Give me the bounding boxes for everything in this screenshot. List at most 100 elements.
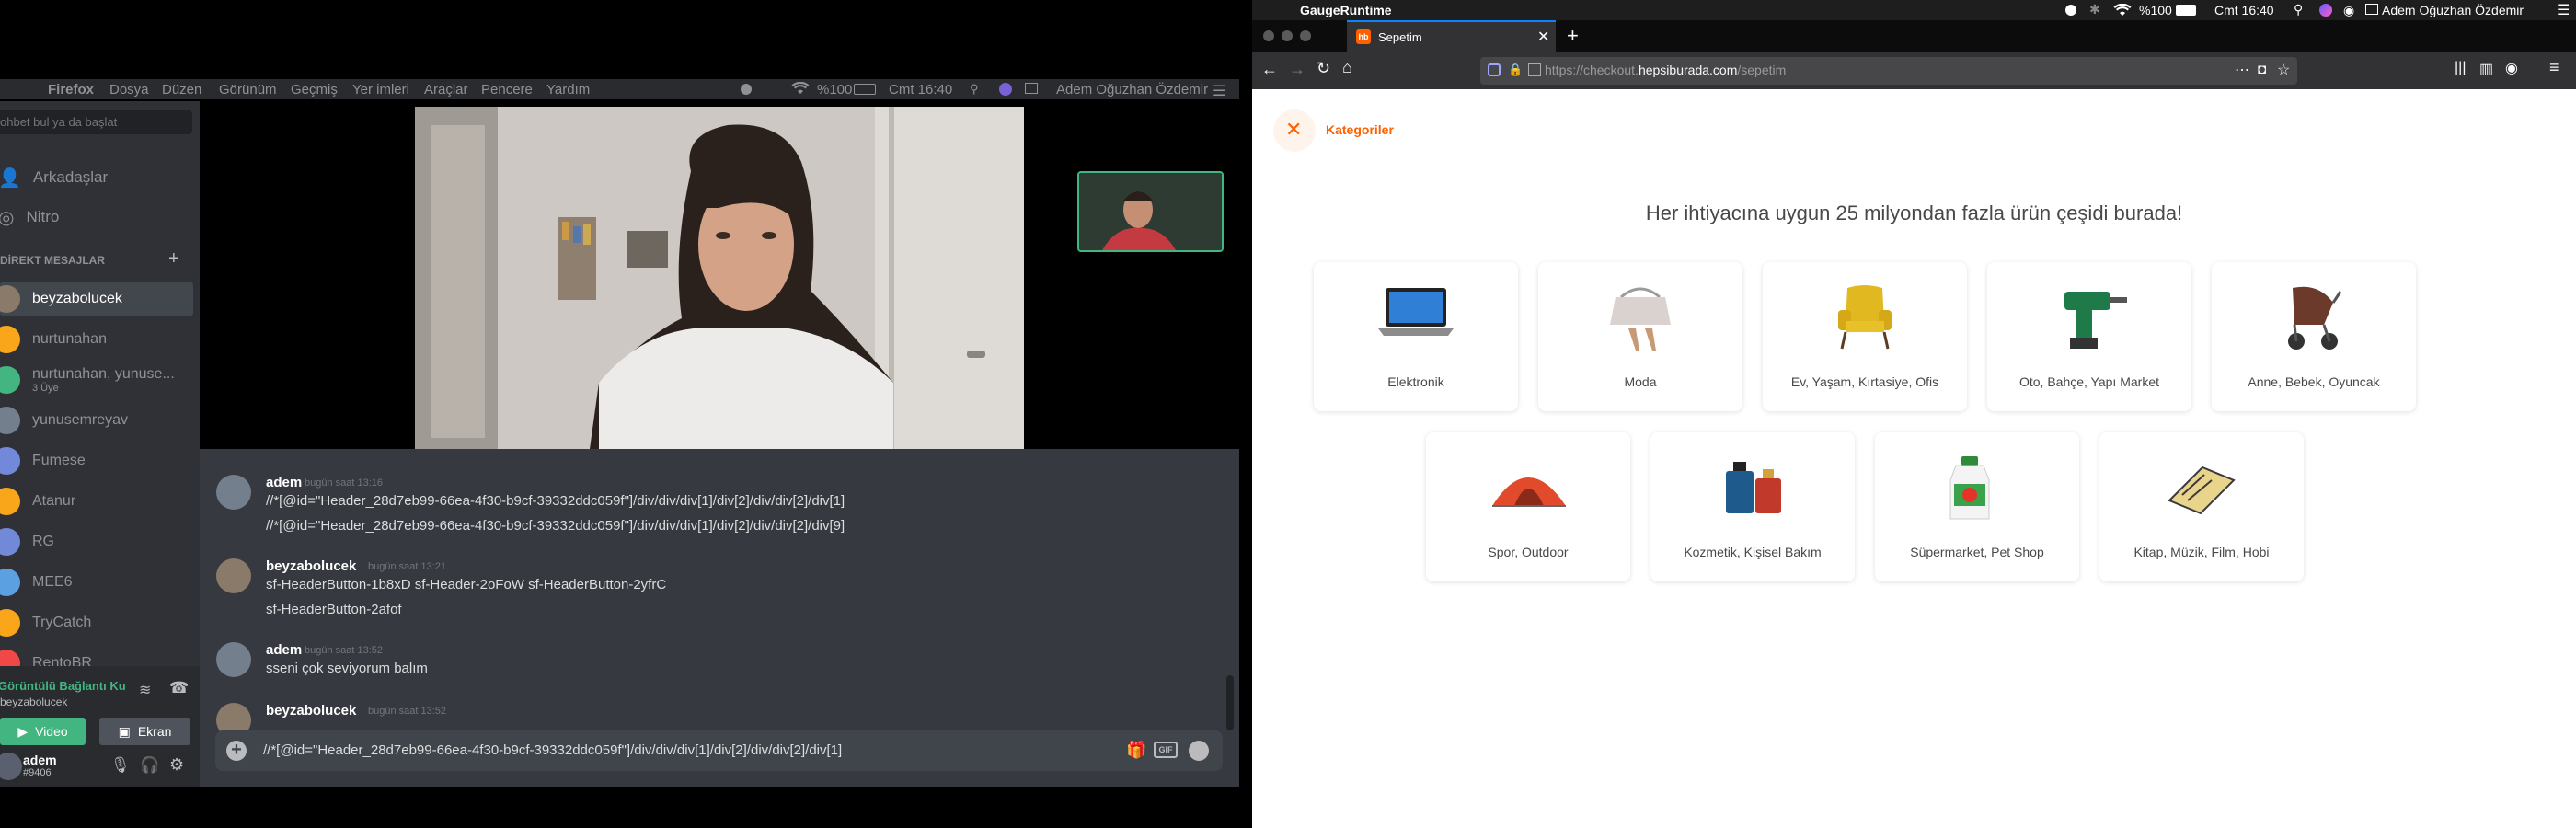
category-label: Moda — [1624, 374, 1657, 389]
screen-share-button[interactable]: ▣ Ekran — [99, 718, 190, 745]
dm-item[interactable]: Fumese — [0, 443, 193, 478]
dm-item[interactable]: nurtunahan — [0, 322, 193, 357]
url-bar[interactable]: 🔒 https://checkout.hepsiburada.com/sepet… — [1480, 57, 2297, 85]
emoji-icon[interactable] — [1189, 741, 1209, 761]
left-menu-araclar[interactable]: Araçlar — [424, 82, 468, 98]
noise-suppression-icon[interactable]: ≋ — [139, 681, 151, 699]
dm-item[interactable]: RG — [0, 524, 193, 559]
gif-icon[interactable]: GIF — [1154, 742, 1178, 758]
control-center-icon[interactable] — [2365, 4, 2378, 15]
search-icon[interactable]: ⚲ — [2294, 2, 2303, 17]
sidebar-toggle-icon[interactable]: ▥ — [2479, 60, 2493, 78]
reload-icon[interactable]: ↻ — [1317, 59, 1330, 78]
settings-gear-icon[interactable]: ⚙ — [169, 755, 184, 775]
lock-icon[interactable]: 🔒 — [1508, 63, 1523, 77]
message-timestamp: bugün saat 13:52 — [305, 645, 384, 656]
window-minimize-button[interactable] — [1282, 30, 1293, 41]
window-zoom-button[interactable] — [1300, 30, 1311, 41]
list-icon[interactable]: ☰ — [2557, 1, 2570, 19]
video-button[interactable]: ▶ Video — [0, 718, 86, 745]
shield-icon[interactable] — [1488, 63, 1501, 76]
add-dm-icon[interactable]: + — [168, 248, 179, 270]
dm-item[interactable]: MEE6 — [0, 565, 193, 600]
left-menu-pencere[interactable]: Pencere — [481, 82, 533, 98]
gift-icon[interactable]: 🎁 — [1126, 741, 1146, 760]
clock: Cmt 16:40 — [2214, 3, 2274, 17]
message-username[interactable]: adem — [266, 642, 302, 658]
microphone-icon[interactable]: 🎙 — [110, 756, 131, 775]
stroller-icon — [2272, 282, 2355, 352]
status-dot-icon — [741, 84, 752, 95]
siri-icon[interactable] — [2319, 4, 2332, 17]
window-close-button[interactable] — [1263, 30, 1274, 41]
left-menu-duzen[interactable]: Düzen — [162, 82, 201, 98]
category-card[interactable]: Oto, Bahçe, Yapı Market — [1987, 262, 2191, 411]
url-suffix: /sepetim — [1737, 63, 1787, 77]
dm-item[interactable]: Atanur — [0, 484, 193, 519]
url-domain: hepsiburada.com — [1638, 63, 1738, 77]
sidebar-item-nitro[interactable]: ◎ Nitro — [0, 200, 193, 235]
mac-menubar: GaugeRuntime ✱ %100 Cmt 16:40 ⚲ ◉ Adem O… — [1252, 0, 2576, 20]
category-card[interactable]: Moda — [1538, 262, 1742, 411]
headphones-icon[interactable]: 🎧 — [140, 756, 159, 775]
left-menu-yer-imleri[interactable]: Yer imleri — [352, 82, 409, 98]
page-content: ✕ Kategoriler Her ihtiyacına uygun 25 mi… — [1252, 89, 2576, 828]
home-icon[interactable]: ⌂ — [1342, 58, 1352, 77]
permissions-icon[interactable] — [1528, 63, 1541, 76]
message-text: sf-HeaderButton-2afof — [266, 602, 402, 617]
tent-icon — [1487, 453, 1570, 523]
dm-item[interactable]: nurtunahan, yunuse... 3 Üye — [0, 362, 193, 397]
dm-item[interactable]: beyzabolucek — [0, 282, 193, 316]
category-card[interactable]: Ev, Yaşam, Kırtasiye, Ofis — [1763, 262, 1967, 411]
sidebar-item-friends[interactable]: 👤 Arkadaşlar — [0, 160, 193, 195]
menubar-app-name[interactable]: GaugeRuntime — [1300, 3, 1392, 17]
tab-bar: hb Sepetim ✕ + — [1252, 20, 2576, 52]
message-username[interactable]: beyzabolucek — [266, 703, 356, 719]
message-input[interactable]: //*[@id="Header_28d7eb99-66ea-4f30-b9cf-… — [263, 742, 842, 758]
category-card[interactable]: Kitap, Müzik, Film, Hobi — [2099, 432, 2304, 581]
tab-close-icon[interactable]: ✕ — [1537, 28, 1549, 46]
new-tab-icon[interactable]: + — [1567, 24, 1579, 48]
message-username[interactable]: adem — [266, 475, 302, 490]
left-menu-gecmis[interactable]: Geçmiş — [291, 82, 338, 98]
menu-hamburger-icon[interactable]: ≡ — [2549, 58, 2559, 77]
categories-label[interactable]: Kategoriler — [1326, 122, 1394, 137]
avatar[interactable] — [0, 753, 22, 780]
attach-plus-icon[interactable]: + — [226, 741, 247, 761]
left-menu-dosya[interactable]: Dosya — [109, 82, 149, 98]
avatar — [0, 407, 20, 434]
firefox-window: GaugeRuntime ✱ %100 Cmt 16:40 ⚲ ◉ Adem O… — [1252, 0, 2576, 828]
categories-close-button[interactable]: ✕ — [1273, 109, 1316, 152]
left-menu-gorunum[interactable]: Görünüm — [219, 82, 277, 98]
library-icon[interactable]: ||| — [2455, 60, 2466, 76]
disconnect-call-icon[interactable]: ☎ — [169, 679, 189, 697]
close-icon: ✕ — [1285, 118, 1303, 141]
category-card[interactable]: Süpermarket, Pet Shop — [1875, 432, 2079, 581]
category-card[interactable]: Elektronik — [1314, 262, 1518, 411]
left-menu-yardim[interactable]: Yardım — [546, 82, 590, 98]
list-icon[interactable]: ☰ — [1213, 82, 1225, 100]
user-menu-icon[interactable]: ◉ — [2343, 3, 2354, 18]
account-icon[interactable]: ◉ — [2505, 59, 2518, 77]
page-actions-icon[interactable]: ⋯ — [2235, 61, 2249, 79]
forward-icon[interactable]: → — [1289, 60, 1305, 79]
avatar[interactable] — [216, 642, 251, 677]
dm-item[interactable]: yunusemreyav — [0, 403, 193, 438]
chat-scrollbar[interactable] — [1226, 675, 1234, 730]
pocket-icon[interactable]: ◘ — [2258, 62, 2266, 77]
category-card[interactable]: Spor, Outdoor — [1426, 432, 1630, 581]
dm-item[interactable]: TryCatch — [0, 605, 193, 640]
bookmark-star-icon[interactable]: ☆ — [2277, 61, 2290, 79]
conversation-search[interactable]: ohbet bul ya da başlat — [0, 110, 192, 134]
message-username[interactable]: beyzabolucek — [266, 558, 356, 574]
avatar[interactable] — [216, 558, 251, 593]
page-headline: Her ihtiyacına uygun 25 milyondan fazla … — [1645, 201, 2183, 224]
tab-sepetim[interactable]: hb Sepetim ✕ — [1347, 20, 1556, 52]
category-card[interactable]: Anne, Bebek, Oyuncak — [2212, 262, 2416, 411]
back-icon[interactable]: ← — [1261, 60, 1278, 79]
avatar[interactable] — [216, 475, 251, 510]
self-video-preview[interactable] — [1077, 171, 1224, 252]
category-card[interactable]: Kozmetik, Kişisel Bakım — [1650, 432, 1855, 581]
left-mac-menubar: Firefox Dosya Düzen Görünüm Geçmiş Yer i… — [0, 79, 1239, 99]
url-text[interactable]: https://checkout.hepsiburada.com/sepetim — [1545, 63, 1786, 77]
